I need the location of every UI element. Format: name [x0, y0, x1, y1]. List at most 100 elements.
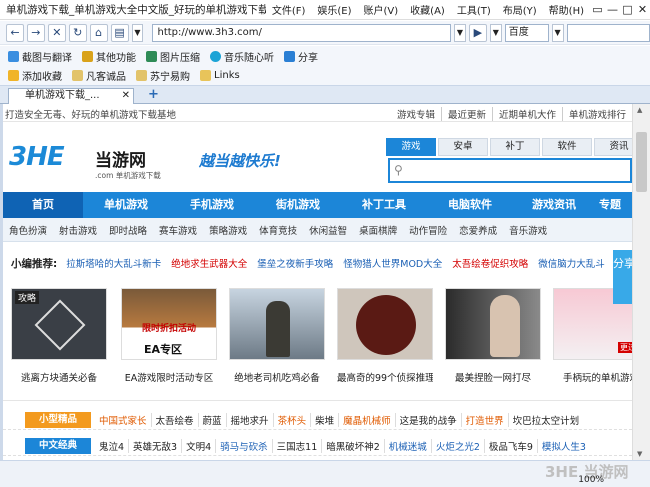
top-link[interactable]: 最近更新 [440, 107, 492, 121]
row-link[interactable]: 骑马与砍杀 [215, 438, 272, 453]
share-button[interactable]: 分享 [284, 49, 318, 64]
top-link[interactable]: 单机游戏排行 [561, 107, 632, 121]
nav-software[interactable]: 电脑软件 [427, 192, 513, 218]
category-link[interactable]: 桌面棋牌 [353, 223, 403, 237]
search-tab-news[interactable]: 资讯 [594, 138, 632, 156]
row-link[interactable]: 打造世界 [460, 412, 508, 427]
menu-favorites[interactable]: 收藏(A) [404, 2, 451, 17]
row-link[interactable]: 模拟人生3 [536, 438, 590, 453]
category-link[interactable]: 赛车游戏 [153, 223, 203, 237]
recommend-link[interactable]: 绝地求生武器大全 [166, 256, 252, 270]
recommend-link[interactable]: 微信脑力大乱斗 [533, 256, 610, 270]
category-link[interactable]: 即时战略 [103, 223, 153, 237]
address-dropdown[interactable]: ▼ [453, 23, 466, 42]
feature-card[interactable]: 攻略 逃离方块通关必备 [11, 288, 107, 384]
category-link[interactable]: 体育竞技 [253, 223, 303, 237]
row-link[interactable]: 火炬之光2 [430, 438, 484, 453]
search-tab-game[interactable]: 游戏 [386, 138, 436, 156]
row-link[interactable]: 太吾绘卷 [150, 412, 198, 427]
feature-card[interactable]: 最高奇的99个侦探推理 [337, 288, 433, 384]
favorite-item[interactable]: 苏宁易购 [136, 68, 190, 83]
feature-card[interactable]: 最美捏脸一网打尽 [445, 288, 541, 384]
share-side-tab[interactable]: 分享 [613, 250, 632, 304]
category-link[interactable]: 策略游戏 [203, 223, 253, 237]
favorite-folder[interactable]: Links [200, 70, 240, 81]
search-tab-android[interactable]: 安卓 [438, 138, 488, 156]
row-link[interactable]: 暗黑破坏神2 [321, 438, 384, 453]
search-engine-select[interactable]: 百度 [504, 23, 549, 42]
top-link[interactable]: 近期单机大作 [491, 107, 562, 121]
row-link[interactable]: 极品飞车9 [483, 438, 537, 453]
page-menu-dropdown[interactable]: ▼ [131, 23, 144, 42]
image-compress-button[interactable]: 图片压缩 [146, 49, 200, 64]
search-tab-patch[interactable]: 补丁 [490, 138, 540, 156]
row-link[interactable]: 茶杯头 [272, 412, 311, 427]
maximize-icon[interactable]: □ [620, 3, 635, 16]
row-link[interactable]: 三国志11 [271, 438, 322, 453]
scroll-down-icon[interactable]: ▼ [637, 450, 642, 458]
music-button[interactable]: 音乐随心听 [210, 49, 274, 64]
menu-layout[interactable]: 布局(Y) [497, 2, 543, 17]
row-link[interactable]: 鬼泣4 [95, 439, 128, 453]
new-tab-button[interactable]: + [148, 87, 159, 102]
menu-entertainment[interactable]: 娱乐(E) [311, 2, 357, 17]
forward-button[interactable]: → [26, 23, 45, 42]
nav-arcade[interactable]: 街机游戏 [255, 192, 341, 218]
scroll-thumb[interactable] [636, 132, 647, 192]
address-input[interactable]: http://www.3h3.com/ [152, 23, 451, 42]
tab-active[interactable]: 单机游戏下载_... ✕ [8, 88, 134, 104]
refresh-button[interactable]: ↻ [68, 23, 87, 42]
screenshot-translate-button[interactable]: 截图与翻译 [8, 49, 72, 64]
row-link[interactable]: 机械迷城 [383, 438, 431, 453]
restore-window-icon[interactable]: ▭ [590, 3, 605, 16]
back-button[interactable]: ← [6, 23, 24, 42]
category-link[interactable]: 恋爱养成 [453, 223, 503, 237]
search-tab-software[interactable]: 软件 [542, 138, 592, 156]
search-input[interactable] [566, 23, 650, 42]
add-favorite-button[interactable]: 添加收藏 [8, 68, 62, 83]
menu-file[interactable]: 文件(F) [266, 2, 312, 17]
home-button[interactable]: ⌂ [89, 23, 108, 42]
page-menu-button[interactable]: ▤ [110, 23, 129, 42]
site-search-input[interactable]: ⚲ [388, 158, 632, 183]
close-icon[interactable]: ✕ [635, 3, 650, 16]
minimize-icon[interactable]: — [605, 3, 620, 16]
category-link[interactable]: 射击游戏 [53, 223, 103, 237]
go-button[interactable]: ▶ [468, 23, 487, 42]
row-link[interactable]: 柴堆 [310, 412, 338, 427]
nav-patch-tools[interactable]: 补丁工具 [341, 192, 427, 218]
scroll-up-icon[interactable]: ▲ [637, 106, 642, 114]
recommend-link[interactable]: 怪物猎人世界MOD大全 [338, 256, 447, 270]
row-link[interactable]: 这是我的战争 [394, 412, 461, 427]
category-link[interactable]: 角色扮演 [3, 223, 53, 237]
nav-pc-games[interactable]: 单机游戏 [83, 192, 169, 218]
go-dropdown[interactable]: ▼ [489, 23, 502, 42]
zoom-level[interactable]: 100% [578, 475, 604, 485]
nav-mobile-games[interactable]: 手机游戏 [169, 192, 255, 218]
row-link[interactable]: 文明4 [181, 438, 215, 453]
stop-button[interactable]: ✕ [47, 23, 66, 42]
site-logo[interactable]: 3HE 当游网 .com 单机游戏下载 [9, 140, 189, 182]
recommend-link[interactable]: 太吾绘卷促织攻略 [447, 256, 533, 270]
nav-news[interactable]: 游戏资讯 [513, 192, 595, 218]
row-link[interactable]: 摇地求升 [225, 412, 273, 427]
category-link[interactable]: 动作冒险 [403, 223, 453, 237]
row-link[interactable]: 坎巴拉太空计划 [507, 412, 584, 427]
row-link[interactable]: 魔晶机械师 [338, 412, 395, 427]
nav-home[interactable]: 首页 [3, 192, 83, 218]
tab-close-icon[interactable]: ✕ [122, 89, 130, 103]
feature-card[interactable]: 限时折扣活动 EA专区 EA游戏限时活动专区 [121, 288, 217, 384]
nav-topics[interactable]: 专题 [595, 192, 632, 218]
engine-dropdown[interactable]: ▼ [551, 23, 564, 42]
menu-help[interactable]: 帮助(H) [543, 2, 590, 17]
row-link[interactable]: 英雄无敌3 [128, 438, 181, 453]
category-link[interactable]: 休闲益智 [303, 223, 353, 237]
favorite-item[interactable]: 凡客诚品 [72, 68, 126, 83]
recommend-link[interactable]: 拉斯塔哈的大乱斗新卡 [61, 256, 166, 270]
row-link[interactable]: 蔚蓝 [197, 412, 226, 427]
menu-account[interactable]: 账户(V) [358, 2, 405, 17]
vertical-scrollbar[interactable]: ▲ ▼ [632, 104, 650, 460]
feature-card[interactable]: 绝地老司机吃鸡必备 [229, 288, 325, 384]
other-functions-button[interactable]: 其他功能 [82, 49, 136, 64]
recommend-link[interactable]: 堡垒之夜新手攻略 [252, 256, 338, 270]
